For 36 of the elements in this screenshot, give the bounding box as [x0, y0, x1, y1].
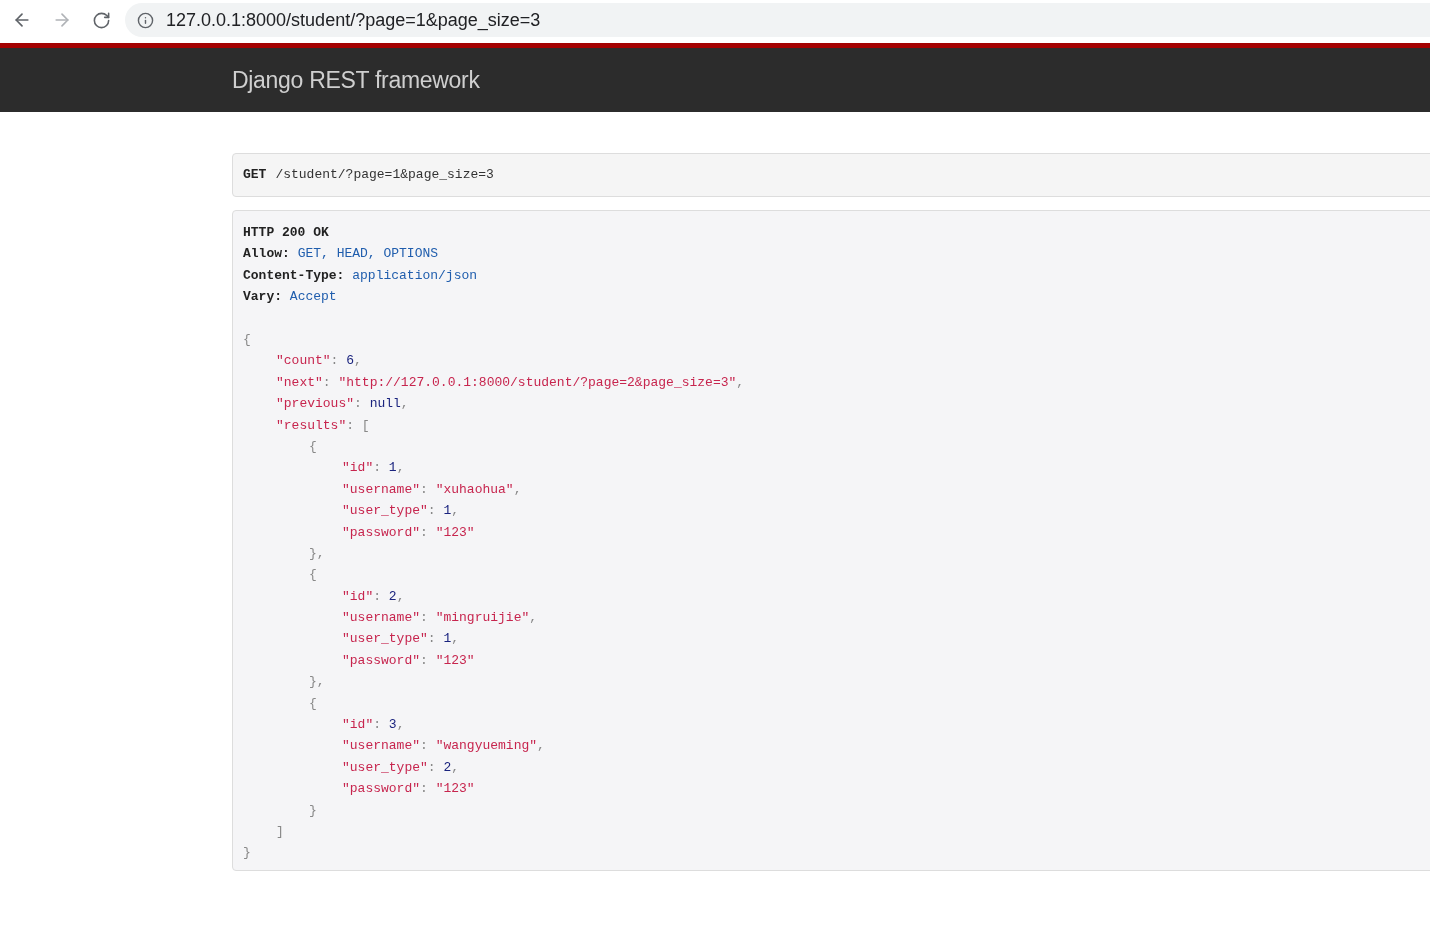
code-line: } [243, 844, 251, 863]
status-line: HTTP 200 OK [243, 224, 329, 242]
code-line: "username": "wangyueming", [341, 737, 545, 756]
request-method: GET [243, 166, 267, 185]
code-line: { [308, 437, 317, 456]
url-text: 127.0.0.1:8000/student/?page=1&page_size=3 [166, 8, 541, 33]
code-line: "password": "123" [341, 780, 475, 799]
code-line: "password": "123" [341, 651, 475, 670]
code-line: ] [275, 823, 284, 841]
code-line: { [308, 694, 317, 713]
header-line: Vary: Accept [243, 288, 337, 307]
code-line: "previous": null, [275, 395, 409, 414]
code-line: "user_type": 1, [341, 502, 460, 521]
code-line: "id": 2, [341, 587, 405, 606]
request-path: /student/?page=1&page_size=3 [275, 166, 494, 185]
info-icon[interactable] [137, 11, 154, 29]
code-line: }, [308, 673, 325, 692]
code-line: "password": "123" [341, 523, 475, 542]
code-line: } [308, 801, 317, 820]
code-line: "username": "xuhaohua", [341, 480, 522, 499]
header-line: Content-Type: application/json [243, 266, 478, 285]
code-line: "id": 3, [341, 716, 405, 735]
reload-icon[interactable] [92, 10, 111, 30]
code-line: }, [308, 544, 325, 563]
header-line: Allow: GET, HEAD, OPTIONS [243, 245, 439, 264]
code-line: "username": "mingruijie", [341, 609, 538, 628]
code-line: { [243, 331, 251, 349]
code-line: "next": "http://127.0.0.1:8000/student/?page=2&page_size=3", [275, 373, 745, 392]
code-line: "results": [ [275, 416, 370, 435]
code-line: "id": 1, [341, 459, 405, 478]
address-bar[interactable]: 127.0.0.1:8000/student/?page=1&page_size=3 [125, 3, 1430, 37]
code-line: { [308, 566, 317, 585]
brand-link[interactable]: Django REST framework [232, 62, 480, 98]
code-line: "count": 6, [275, 352, 362, 371]
code-line: "user_type": 2, [341, 758, 460, 777]
code-line: "user_type": 1, [341, 630, 460, 649]
